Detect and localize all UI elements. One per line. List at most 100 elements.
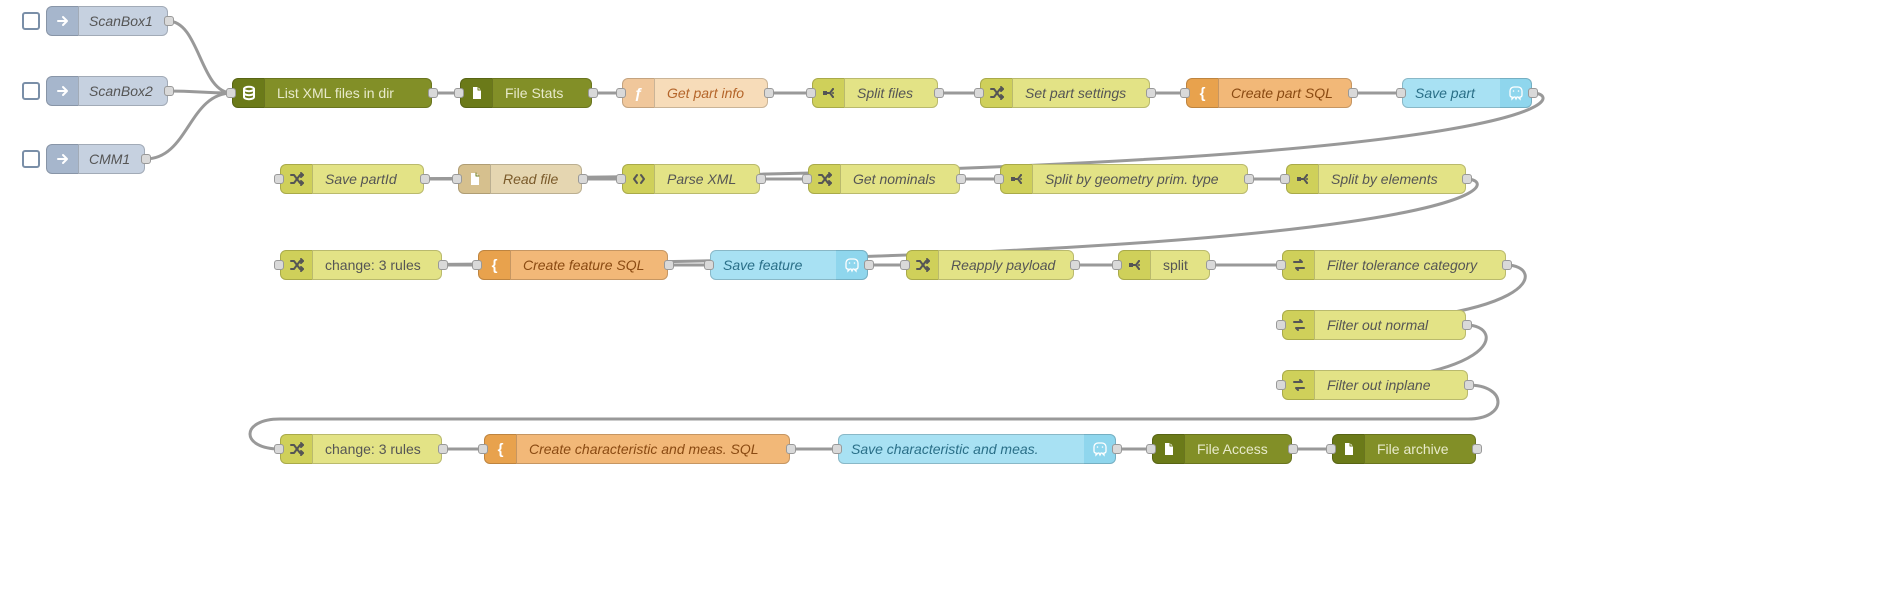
flow-node-n26[interactable]: File archive [1332, 434, 1476, 464]
flow-node-n4[interactable]: Split files [812, 78, 938, 108]
flow-node-n11[interactable]: Get nominals [808, 164, 960, 194]
node-body: File archive [1364, 434, 1476, 464]
port-in[interactable] [1326, 444, 1336, 454]
inject-node-label: ScanBox2 [78, 76, 168, 106]
node-label: Set part settings [1025, 85, 1126, 101]
inject-trigger-square[interactable] [22, 12, 40, 30]
port-in[interactable] [616, 174, 626, 184]
port-out[interactable] [864, 260, 874, 270]
flow-node-n23[interactable]: {Create characteristic and meas. SQL [484, 434, 790, 464]
port-in[interactable] [806, 88, 816, 98]
port-in[interactable] [274, 260, 284, 270]
flow-node-n13[interactable]: Split by elements [1286, 164, 1466, 194]
port-out[interactable] [934, 88, 944, 98]
port-in[interactable] [478, 444, 488, 454]
inject-node-s3[interactable]: CMM1 [22, 144, 145, 174]
port-in[interactable] [274, 174, 284, 184]
port-in[interactable] [1112, 260, 1122, 270]
port-in[interactable] [454, 88, 464, 98]
port-out[interactable] [1206, 260, 1216, 270]
inject-node-s2[interactable]: ScanBox2 [22, 76, 168, 106]
arrow-icon [46, 144, 78, 174]
port-out[interactable] [164, 16, 174, 26]
port-out[interactable] [1070, 260, 1080, 270]
port-out[interactable] [578, 174, 588, 184]
port-in[interactable] [274, 444, 284, 454]
flow-node-n1[interactable]: List XML files in dir [232, 78, 432, 108]
flow-node-n10[interactable]: Parse XML [622, 164, 760, 194]
flow-node-n7[interactable]: Save part [1402, 78, 1532, 108]
port-out[interactable] [1462, 320, 1472, 330]
port-out[interactable] [420, 174, 430, 184]
port-in[interactable] [1276, 260, 1286, 270]
flow-node-n6[interactable]: {Create part SQL [1186, 78, 1352, 108]
flow-node-n20[interactable]: Filter out normal [1282, 310, 1466, 340]
port-in[interactable] [452, 174, 462, 184]
shuffle-icon [906, 250, 938, 280]
flow-node-n3[interactable]: ƒGet part info [622, 78, 768, 108]
port-out[interactable] [664, 260, 674, 270]
port-out[interactable] [1472, 444, 1482, 454]
flow-node-n8[interactable]: Save partId [280, 164, 424, 194]
flow-node-n21[interactable]: Filter out inplane [1282, 370, 1468, 400]
flow-node-n25[interactable]: File Access [1152, 434, 1292, 464]
flow-node-n22[interactable]: change: 3 rules [280, 434, 442, 464]
port-in[interactable] [802, 174, 812, 184]
port-in[interactable] [1146, 444, 1156, 454]
split-icon [1118, 250, 1150, 280]
port-in[interactable] [472, 260, 482, 270]
port-out[interactable] [756, 174, 766, 184]
port-out[interactable] [164, 86, 174, 96]
flow-node-n12[interactable]: Split by geometry prim. type [1000, 164, 1248, 194]
port-in[interactable] [1396, 88, 1406, 98]
port-in[interactable] [1280, 174, 1290, 184]
port-out[interactable] [588, 88, 598, 98]
inject-trigger-square[interactable] [22, 150, 40, 168]
flow-node-n15[interactable]: {Create feature SQL [478, 250, 668, 280]
port-out[interactable] [786, 444, 796, 454]
flow-canvas[interactable]: ScanBox1 ScanBox2 CMM1 List XML files in di… [0, 0, 1886, 607]
port-in[interactable] [704, 260, 714, 270]
port-in[interactable] [616, 88, 626, 98]
flow-node-n9[interactable]: Read file [458, 164, 582, 194]
flow-node-n16[interactable]: Save feature [710, 250, 868, 280]
port-out[interactable] [141, 154, 151, 164]
shuffle-icon [280, 434, 312, 464]
port-out[interactable] [428, 88, 438, 98]
node-body: Save feature [710, 250, 836, 280]
port-out[interactable] [1288, 444, 1298, 454]
port-out[interactable] [956, 174, 966, 184]
flow-node-n19[interactable]: Filter tolerance category [1282, 250, 1506, 280]
port-in[interactable] [226, 88, 236, 98]
flow-node-n2[interactable]: File Stats [460, 78, 592, 108]
port-out[interactable] [764, 88, 774, 98]
node-label: Save characteristic and meas. [851, 441, 1039, 457]
inject-node-s1[interactable]: ScanBox1 [22, 6, 168, 36]
port-out[interactable] [438, 260, 448, 270]
port-in[interactable] [974, 88, 984, 98]
flow-node-n24[interactable]: Save characteristic and meas. [838, 434, 1116, 464]
flow-node-n5[interactable]: Set part settings [980, 78, 1150, 108]
port-out[interactable] [438, 444, 448, 454]
port-in[interactable] [900, 260, 910, 270]
port-in[interactable] [832, 444, 842, 454]
port-in[interactable] [1276, 320, 1286, 330]
port-out[interactable] [1112, 444, 1122, 454]
node-body: Reapply payload [938, 250, 1074, 280]
port-out[interactable] [1348, 88, 1358, 98]
port-out[interactable] [1462, 174, 1472, 184]
port-in[interactable] [1276, 380, 1286, 390]
port-out[interactable] [1146, 88, 1156, 98]
function-icon: ƒ [622, 78, 654, 108]
port-out[interactable] [1528, 88, 1538, 98]
port-out[interactable] [1464, 380, 1474, 390]
port-out[interactable] [1244, 174, 1254, 184]
inject-trigger-square[interactable] [22, 82, 40, 100]
flow-node-n14[interactable]: change: 3 rules [280, 250, 442, 280]
port-in[interactable] [1180, 88, 1190, 98]
shuffle-icon [808, 164, 840, 194]
port-out[interactable] [1502, 260, 1512, 270]
flow-node-n18[interactable]: split [1118, 250, 1210, 280]
flow-node-n17[interactable]: Reapply payload [906, 250, 1074, 280]
port-in[interactable] [994, 174, 1004, 184]
